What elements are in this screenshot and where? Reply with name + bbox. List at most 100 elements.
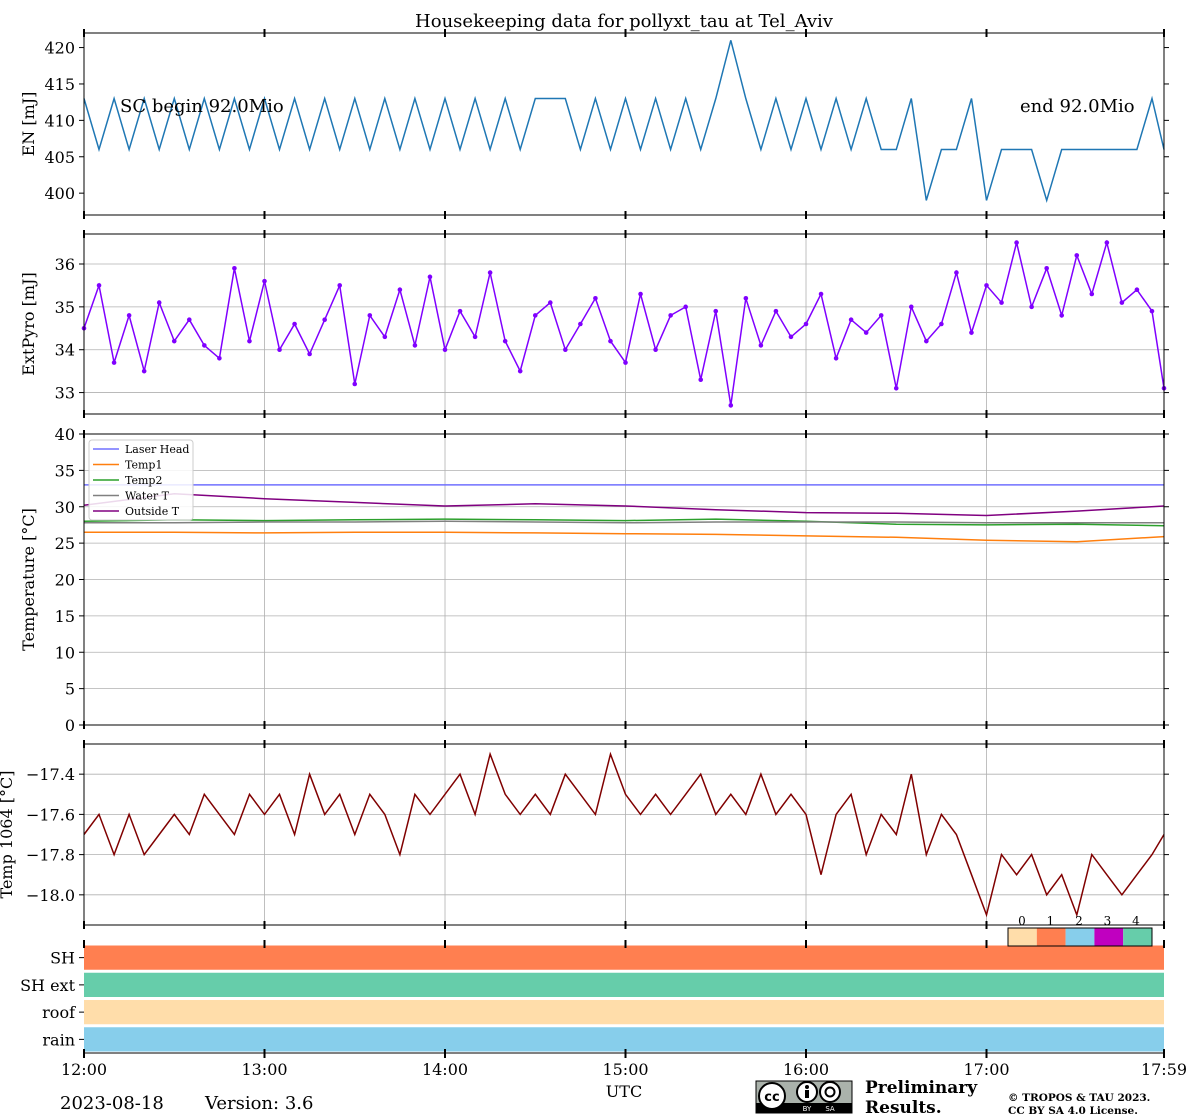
data-point — [803, 321, 809, 327]
data-point — [1149, 308, 1155, 314]
temp1064-panel: −17.4 −17.6 −17.8 −18.0 Temp 1064 [°C] — [0, 740, 1169, 929]
energy-axes-frame — [83, 32, 1165, 216]
data-point — [728, 403, 734, 408]
legend-entry: Water T — [125, 490, 170, 503]
data-point — [939, 321, 944, 327]
data-point — [1044, 265, 1049, 271]
y-tick-label: 410 — [44, 111, 75, 130]
extpyro-panel: 33 34 35 36 ExtPyro [mJ] — [19, 230, 1169, 418]
copyright-line2: CC BY SA 4.0 License. — [1008, 1105, 1138, 1117]
legend-entry: Temp1 — [125, 459, 162, 472]
svg-text:cc: cc — [764, 1090, 779, 1105]
data-point — [502, 338, 508, 344]
annotation-sc-begin: SC begin 92.0Mio — [120, 96, 284, 117]
temperature-panel: 0 5 10 15 20 25 30 35 40 Temperature [°C] Laser He… — [19, 425, 1169, 735]
series-line-water-t — [84, 520, 1164, 524]
y-tick-label: 420 — [44, 39, 75, 58]
status-row-label: roof — [42, 1003, 76, 1022]
y-tick-label: 34 — [55, 341, 75, 360]
data-point — [277, 347, 282, 353]
x-tick-label: 13:00 — [241, 1060, 287, 1079]
data-point — [1059, 313, 1065, 318]
y-tick-label: 5 — [65, 680, 75, 699]
y-tick-label: 400 — [44, 184, 75, 203]
data-point — [1119, 300, 1125, 305]
temp1064-axes-frame — [83, 743, 1165, 926]
data-point — [698, 377, 704, 383]
status-row-label: SH ext — [20, 976, 75, 995]
colorbar-cell — [1123, 928, 1152, 946]
y-tick-label: 35 — [55, 461, 75, 480]
colorbar-cell — [1036, 928, 1066, 946]
data-point — [126, 313, 132, 318]
data-point — [788, 334, 794, 340]
data-point — [608, 338, 613, 344]
temperature-y-axis-label: Temperature [°C] — [19, 508, 38, 651]
data-point — [743, 295, 749, 301]
data-point — [442, 347, 448, 353]
data-point — [638, 291, 643, 297]
data-point — [984, 283, 989, 288]
data-point — [292, 321, 297, 327]
data-point — [532, 313, 538, 318]
data-point — [322, 317, 327, 323]
data-point — [1014, 240, 1019, 245]
y-tick-label: −18.0 — [26, 886, 75, 905]
colorbar-tick-label: 2 — [1075, 914, 1083, 928]
y-tick-label: 415 — [44, 75, 75, 94]
data-point — [848, 317, 854, 323]
data-point — [472, 334, 478, 340]
y-tick-label: −17.4 — [26, 765, 75, 784]
data-point — [893, 385, 899, 391]
temp1064-series-line — [83, 751, 1165, 918]
x-axis-label: UTC — [606, 1082, 642, 1101]
x-tick-label: 14:00 — [422, 1060, 468, 1079]
data-point — [683, 304, 688, 310]
data-point — [547, 300, 553, 305]
data-point — [954, 270, 959, 275]
data-point — [668, 313, 673, 318]
energy-series-line — [83, 40, 1165, 204]
legend-entry: Outside T — [125, 505, 180, 518]
y-tick-label: 10 — [55, 643, 75, 662]
energy-y-axis-label: EN [mJ] — [19, 92, 38, 157]
colorbar-cell — [1065, 928, 1095, 946]
y-tick-label: 405 — [44, 148, 75, 167]
status-row-rain — [84, 1027, 1164, 1052]
data-point — [487, 270, 493, 275]
y-tick-label: 20 — [55, 571, 75, 590]
data-point — [878, 313, 884, 318]
data-point — [1029, 304, 1034, 310]
sa-icon — [819, 1081, 841, 1103]
data-point — [141, 368, 147, 374]
data-point — [457, 308, 463, 314]
colorbar-tick-label: 3 — [1104, 914, 1112, 928]
data-point — [337, 283, 343, 288]
data-point — [232, 265, 237, 271]
status-row-roof — [84, 1000, 1164, 1025]
data-point — [818, 291, 824, 297]
data-point — [397, 287, 403, 293]
colorbar-cell — [1008, 928, 1037, 946]
data-point — [713, 308, 719, 314]
colorbar-tick-label: 4 — [1132, 914, 1140, 928]
data-point — [863, 330, 869, 335]
y-tick-label: 36 — [55, 255, 75, 274]
x-tick-label: 17:00 — [963, 1060, 1009, 1079]
data-point — [623, 360, 628, 365]
y-tick-label: −17.6 — [26, 805, 75, 824]
y-tick-label: 0 — [65, 716, 75, 735]
extpyro-series-line — [83, 239, 1165, 406]
svg-text:SA: SA — [825, 1105, 835, 1113]
preliminary-line1: Preliminary — [865, 1078, 978, 1098]
data-point — [653, 347, 658, 353]
status-row-label: SH — [50, 949, 75, 968]
y-tick-label: 40 — [55, 425, 75, 444]
x-tick-label: 15:00 — [602, 1060, 648, 1079]
series-line-temp1 — [84, 531, 1165, 543]
data-point — [833, 355, 839, 361]
x-tick-label: 17:59 — [1141, 1060, 1187, 1079]
data-point — [1074, 253, 1080, 258]
data-point — [517, 368, 523, 374]
colorbar-cell — [1094, 928, 1124, 946]
